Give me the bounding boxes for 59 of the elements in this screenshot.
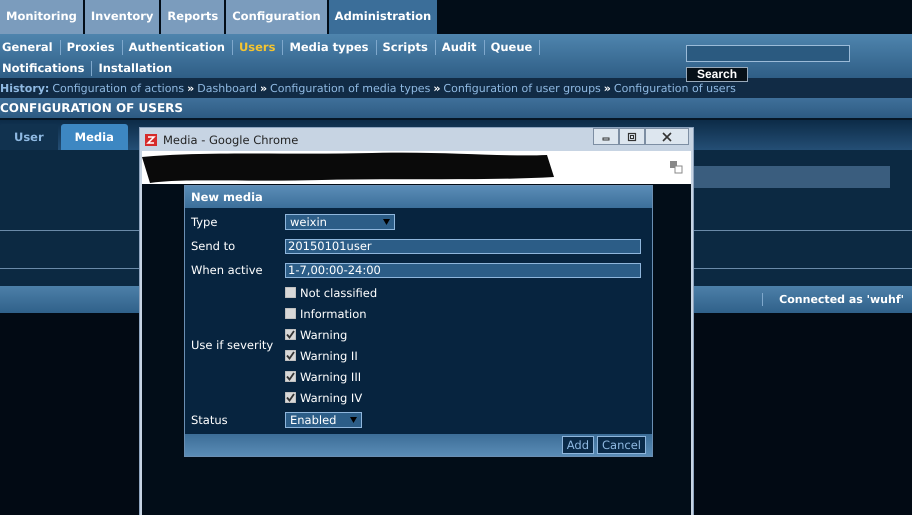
connected-as-text: Connected as 'wuhf'	[762, 293, 904, 306]
form-title: New media	[185, 186, 652, 208]
checkbox-label: Warning IV	[300, 390, 362, 404]
field-label: Send to	[191, 239, 236, 253]
minimize-button[interactable]	[593, 128, 619, 145]
page-title: CONFIGURATION OF USERS	[0, 98, 912, 120]
search-field[interactable]	[686, 45, 850, 62]
submenu-link[interactable]: Installation	[98, 61, 180, 76]
form-button[interactable]: Add	[562, 436, 594, 454]
submenu-link[interactable]: General	[2, 40, 61, 55]
history-link[interactable]: Configuration of user groups	[443, 82, 601, 94]
history-link[interactable]: Dashboard	[197, 82, 257, 94]
submenu-link[interactable]: Scripts	[382, 40, 436, 55]
checkbox[interactable]	[285, 392, 296, 403]
checkbox-label: Warning II	[300, 348, 358, 362]
breadcrumb-separator: »	[433, 82, 440, 94]
main-menu-tab[interactable]: Administration	[328, 0, 438, 34]
dropdown[interactable]: weixin	[285, 214, 395, 230]
form-button[interactable]: Cancel	[597, 436, 646, 454]
checkbox-label: Warning	[300, 328, 348, 342]
breadcrumb-separator: »	[604, 82, 611, 94]
form-tab[interactable]: Media	[60, 124, 128, 150]
checkbox[interactable]	[285, 350, 296, 361]
history-link[interactable]: Configuration of users	[614, 82, 736, 94]
field-label: When active	[191, 263, 264, 277]
history-label: History:	[0, 82, 50, 94]
checkbox-label: Warning III	[300, 370, 362, 384]
text-field[interactable]: 20150101user	[285, 238, 641, 254]
submenu-link[interactable]: Proxies	[66, 40, 123, 55]
history-link[interactable]: Configuration of media types	[270, 82, 430, 94]
submenu-link[interactable]: Media types	[289, 40, 376, 55]
caret-icon	[383, 219, 390, 225]
breadcrumb-separator: »	[260, 82, 268, 94]
search-button[interactable]: Search	[686, 67, 748, 82]
dropdown[interactable]: Enabled	[285, 412, 362, 428]
checkbox[interactable]	[285, 329, 296, 340]
close-icon	[661, 132, 673, 142]
text-field[interactable]: 1-7,00:00-24:00	[285, 262, 641, 278]
submenu-link[interactable]: Authentication	[128, 40, 233, 55]
maximize-button[interactable]	[619, 128, 645, 145]
checkbox-label: Information	[300, 306, 367, 320]
close-button[interactable]	[645, 128, 689, 145]
caret-icon	[350, 417, 357, 423]
field-label: Status	[191, 413, 229, 427]
submenu-link[interactable]: Audit	[442, 40, 485, 55]
translate-icon[interactable]	[669, 160, 683, 174]
submenu-link[interactable]: Notifications	[2, 61, 92, 76]
window-title: Media - Google Chrome	[163, 132, 298, 146]
field-label: Type	[191, 215, 218, 229]
app-icon	[145, 134, 157, 146]
breadcrumb-separator: »	[187, 82, 194, 94]
restore-icon	[627, 132, 637, 142]
field-label: Use if severity	[191, 338, 274, 352]
checkbox-label: Not classified	[300, 286, 378, 300]
form-tab[interactable]: User	[0, 124, 58, 150]
history-link[interactable]: Configuration of actions	[52, 82, 184, 94]
submenu-link[interactable]: Queue	[490, 40, 540, 55]
checkbox[interactable]	[285, 308, 296, 319]
checkbox[interactable]	[285, 371, 296, 382]
